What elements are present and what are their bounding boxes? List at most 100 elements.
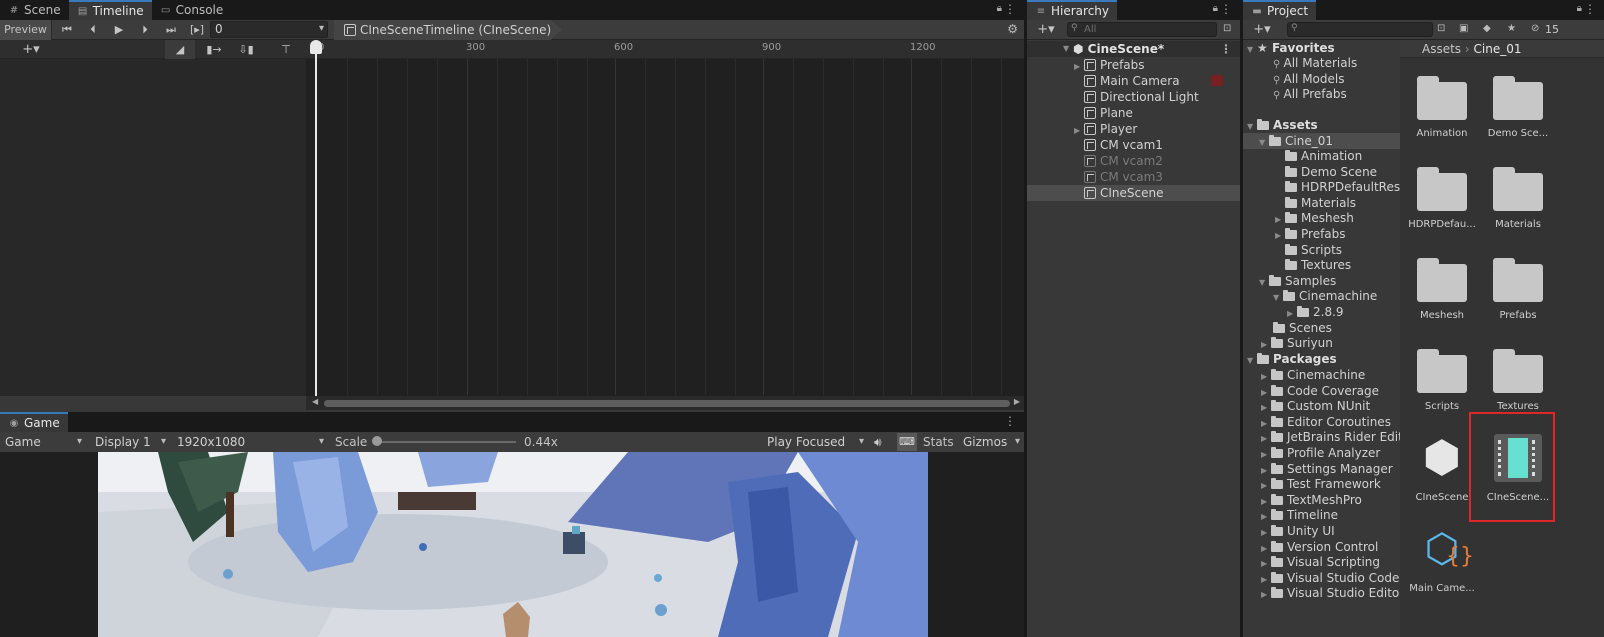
asset-folder-tile[interactable]: Materials [1480,151,1556,237]
more-menu-icon[interactable]: ⋮ [1004,2,1016,16]
filter-icon[interactable]: ▣ [1459,23,1468,34]
favorites-header[interactable]: ▼ ★ Favorites [1247,40,1335,56]
marker-icon[interactable]: ⊤ [272,40,300,59]
gizmos-dropdown[interactable]: Gizmos [958,433,1024,451]
search-by-type-icon[interactable]: ⊡ [1437,23,1445,34]
tree-item-prefabs[interactable]: ▶ Prefabs [1275,226,1346,242]
game-mode-dropdown[interactable]: Game [0,433,86,451]
goto-start-icon[interactable]: ⏮ [56,20,78,40]
hidden-packages-icon[interactable]: ⊘ [1531,23,1539,34]
more-menu-icon[interactable]: ⋮ [1220,2,1232,16]
goto-end-icon[interactable]: ⏭ [160,20,182,40]
hierarchy-item-plane[interactable]: Plane [1027,105,1240,121]
scroll-right-icon[interactable]: ▶ [1014,397,1020,406]
asset-folder-tile[interactable]: Textures [1480,333,1556,419]
key-icon[interactable]: ⇩▮ [232,40,260,59]
add-track-button[interactable]: +▾ [14,40,48,59]
lock-icon[interactable]: 🔒︎ [1577,3,1582,14]
asset-script-tile[interactable]: ⬡{} Main Came... [1404,515,1480,601]
package-item[interactable]: ▶ Visual Scripting [1261,554,1380,570]
favorite-item[interactable]: ⚲ All Models [1273,71,1345,87]
tree-item-hdrp-default-res[interactable]: HDRPDefaultRes [1285,179,1400,195]
asset-folder-tile[interactable]: Animation [1404,60,1480,146]
frame-input[interactable]: 0 [210,21,328,38]
tree-item-suriyun[interactable]: ▶ Suriyun [1261,335,1333,351]
favorite-item[interactable]: ⚲ All Prefabs [1273,86,1347,102]
tree-item-animation[interactable]: Animation [1285,148,1362,164]
play-range-icon[interactable]: [▸] [186,20,208,40]
tree-item-samples[interactable]: ▼ Samples [1259,273,1336,289]
hierarchy-item-player[interactable]: ▶ Player [1027,121,1240,137]
package-item[interactable]: ▶ Custom NUnit [1261,398,1370,414]
asset-folder-tile[interactable]: HDRPDefau... [1404,151,1480,237]
package-item[interactable]: ▶ Code Coverage [1261,383,1379,399]
scene-visibility-icon[interactable]: ⊡ [1223,23,1231,34]
lock-icon[interactable]: 🔒︎ [1213,3,1218,14]
tab-project[interactable]: ▬ Project [1243,0,1317,20]
settings-gear-icon[interactable]: ⚙ [1007,22,1018,36]
packages-header[interactable]: ▼ Packages [1247,351,1337,367]
tab-timeline[interactable]: ▤ Timeline [68,0,152,20]
next-frame-icon[interactable]: ⏵ [134,20,156,40]
tree-item-scripts[interactable]: Scripts [1285,242,1342,258]
create-button[interactable]: +▾ [1031,20,1061,40]
asset-folder-tile[interactable]: Prefabs [1480,242,1556,328]
tree-item-cine-01[interactable]: ▼ Cine_01 [1243,133,1400,149]
horizontal-scrollbar[interactable]: ◀ ▶ [306,396,1024,410]
hierarchy-item-prefabs[interactable]: ▶ Prefabs [1027,57,1240,73]
frame-format-dropdown-icon[interactable]: ▾ [319,23,324,34]
tree-item-cinemachine[interactable]: ▼ Cinemachine [1273,288,1377,304]
create-asset-button[interactable]: +▾ [1247,20,1277,40]
snap-icon[interactable]: ▮→ [200,40,228,59]
hierarchy-item-cm-vcam3[interactable]: CM vcam3 [1027,169,1240,185]
stats-button[interactable]: Stats [923,435,954,449]
more-menu-icon[interactable]: ⋮ [1004,414,1016,428]
lock-icon[interactable]: 🔒︎ [997,3,1002,14]
package-item[interactable]: ▶ Visual Studio Editor [1261,585,1400,601]
hierarchy-item-cm-vcam2[interactable]: CM vcam2 [1027,153,1240,169]
breadcrumb-assets[interactable]: Assets [1422,42,1461,56]
package-item[interactable]: ▶ JetBrains Rider Edit [1261,429,1400,445]
favorite-item[interactable]: ⚲ All Materials [1273,55,1357,71]
tab-console[interactable]: ▭ Console [152,0,232,20]
package-item[interactable]: ▶ Timeline [1261,507,1338,523]
package-item[interactable]: ▶ Editor Coroutines [1261,414,1391,430]
tab-scene[interactable]: # Scene [0,0,69,20]
package-item[interactable]: ▶ Test Framework [1261,476,1381,492]
keyboard-shortcuts-icon[interactable]: ⌨ [897,433,917,451]
track-content-area[interactable] [306,59,1024,396]
display-dropdown[interactable]: Display 1 [90,433,170,451]
preview-button[interactable]: Preview [0,20,52,40]
asset-scene-tile[interactable]: ⬢ CIneScene [1404,424,1480,510]
tree-item-materials[interactable]: Materials [1285,195,1356,211]
scale-slider-track[interactable] [376,441,516,443]
hierarchy-item-cm-vcam1[interactable]: CM vcam1 [1027,137,1240,153]
tree-item-meshesh[interactable]: ▶ Meshesh [1275,210,1354,226]
breadcrumb-current[interactable]: Cine_01 [1474,42,1522,56]
more-menu-icon[interactable]: ⋮ [1584,2,1596,16]
asset-folder-tile[interactable]: Meshesh [1404,242,1480,328]
hierarchy-item-main-camera[interactable]: Main Camera [1027,73,1240,89]
package-item[interactable]: ▶ Settings Manager [1261,461,1393,477]
play-icon[interactable]: ▶ [108,20,130,40]
project-search-input[interactable] [1287,22,1433,37]
scale-slider-handle[interactable] [372,436,382,446]
package-item[interactable]: ▶ Visual Studio Code [1261,570,1399,586]
scene-header[interactable]: ▼ ⬢ CineScene* ⋮ [1027,41,1240,57]
package-item[interactable]: ▶ Unity UI [1261,523,1335,539]
package-item[interactable]: ▶ Profile Analyzer [1261,445,1380,461]
hierarchy-item-cinescene[interactable]: CIneScene [1027,185,1240,201]
scroll-left-icon[interactable]: ◀ [312,397,318,406]
ripple-mode-icon[interactable]: ◢ [165,40,195,59]
timeline-breadcrumb[interactable]: CIneSceneTimeline (CIneScene) [334,20,562,40]
asset-folder-tile[interactable]: Demo Sce... [1480,60,1556,146]
tab-hierarchy[interactable]: ≡ Hierarchy [1027,0,1118,20]
tab-game[interactable]: ◉ Game [0,412,68,432]
play-focused-dropdown[interactable]: Play Focused [762,433,868,451]
time-ruler[interactable]: 0 300 600 900 1200 [306,40,1024,59]
asset-timeline-tile[interactable]: CIneScene... [1480,424,1556,510]
hierarchy-search-input[interactable]: All [1067,22,1217,37]
tree-item-textures[interactable]: Textures [1285,257,1351,273]
hierarchy-item-directional-light[interactable]: Directional Light [1027,89,1240,105]
label-icon[interactable]: ◆ [1483,23,1491,34]
